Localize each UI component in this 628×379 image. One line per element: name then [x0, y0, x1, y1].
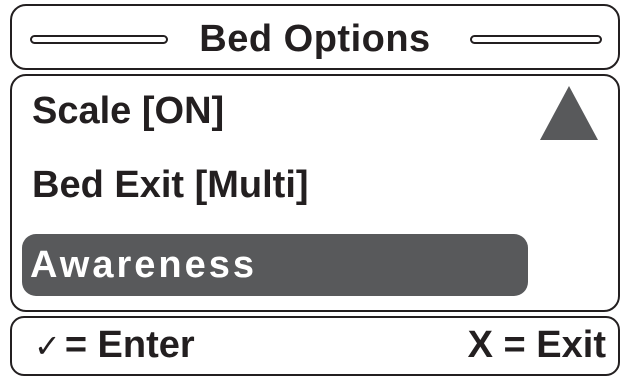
menu-panel: Scale [ON] Bed Exit [Multi] Awareness [10, 74, 620, 312]
menu-item-scale[interactable]: Scale [ON] [32, 90, 224, 133]
exit-hint[interactable]: X = Exit [468, 324, 606, 367]
checkmark-icon: ✓ [34, 327, 61, 364]
triangle-up-icon[interactable] [538, 84, 600, 142]
title-bar: Bed Options [10, 4, 620, 70]
soft-key-bar: ✓ = Enter X = Exit [10, 316, 620, 376]
title-decoration-right [470, 35, 602, 44]
menu-item-awareness-selected[interactable]: Awareness [22, 234, 528, 296]
enter-label: = Enter [64, 324, 195, 366]
enter-hint[interactable]: ✓ = Enter [34, 324, 195, 367]
menu-item-bed-exit[interactable]: Bed Exit [Multi] [32, 164, 309, 207]
